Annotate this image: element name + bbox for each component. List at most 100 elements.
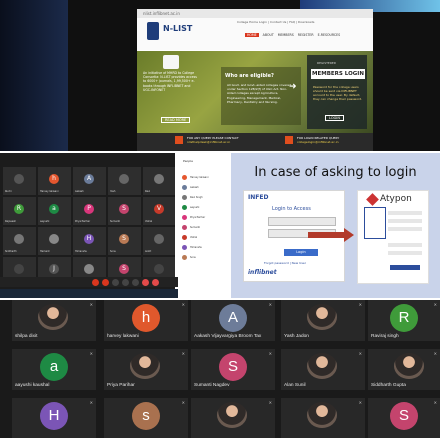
participant-photo — [307, 402, 337, 428]
participant-tile[interactable]: Ankit — [143, 227, 175, 255]
eligibility-box: Who are eligible? All Govt. and Govt.-ai… — [221, 67, 301, 125]
participant-tile[interactable]: R Rajneesh — [3, 197, 36, 225]
mic-off-icon[interactable] — [92, 279, 99, 286]
participant-tile[interactable]: ✕ shilpa dixit — [12, 300, 96, 341]
mic-muted-icon: ✕ — [358, 400, 362, 405]
participant-tile[interactable]: a ✕ aayushi kaushal — [12, 349, 96, 390]
participant-tile[interactable]: Hemant — [38, 227, 71, 255]
participant-tile[interactable]: ✕ Siddharth Gupta — [368, 349, 440, 390]
participant-list-item[interactable]: Sonu — [182, 255, 228, 261]
participant-tile[interactable]: S ✕ — [368, 398, 440, 438]
participant-photo — [217, 402, 247, 428]
participant-tile[interactable]: S Sumanti — [108, 197, 141, 225]
participant-name: Harvey lakwani — [40, 190, 59, 193]
participant-photo — [307, 304, 337, 330]
participant-tile[interactable]: Ruchi — [3, 167, 36, 195]
participant-tile[interactable]: V Vishal — [143, 197, 175, 225]
avatar — [154, 264, 164, 274]
login-links[interactable]: Forgot password | New User — [264, 261, 306, 265]
video-off-icon[interactable] — [102, 279, 109, 286]
avatar — [182, 175, 187, 180]
form-row — [388, 251, 422, 255]
participant-tile[interactable]: ✕ — [191, 398, 275, 438]
participant-tile[interactable]: S Sonu — [108, 227, 141, 255]
participant-tile[interactable]: H ✕ — [12, 398, 96, 438]
atypon-brand: Atypon — [380, 194, 412, 204]
nav-about[interactable]: ABOUT — [263, 33, 274, 37]
end-call-icon[interactable] — [152, 279, 159, 286]
mic-muted-icon: ✕ — [433, 351, 437, 356]
participant-list-item[interactable]: Harvey lakwani — [182, 175, 228, 181]
participant-tile[interactable]: H Himanshu — [73, 227, 106, 255]
nav-members[interactable]: MEMBERS — [278, 33, 294, 37]
login-submit-button[interactable]: Login — [284, 249, 318, 256]
members-login-button[interactable]: MEMBERS LOGIN — [311, 69, 365, 79]
nav-eresources[interactable]: E-RESOURCES — [318, 33, 341, 37]
mic-muted-icon: ✕ — [358, 351, 362, 356]
nlist-website: nlist.inflibnet.ac.in N-LIST College Hom… — [137, 9, 373, 151]
participant-tile[interactable]: s ✕ — [104, 398, 188, 438]
participant-tile[interactable]: A ✕ Aakash Vijayvargiya Broom Tax — [191, 300, 275, 341]
participant-name: Himanshu — [75, 250, 88, 253]
footer-left-email[interactable]: nlisthelpdesk@inflibnet.ac.in — [187, 140, 239, 144]
avatar: H — [84, 234, 94, 244]
top-links[interactable]: College Home Login | Contact Us | FAQ | … — [237, 20, 314, 24]
participant-list-item[interactable]: Himanshu — [182, 245, 228, 251]
mic-muted-icon: ✕ — [181, 400, 185, 405]
participant-tile[interactable]: Ravi — [143, 167, 175, 195]
participant-tile[interactable]: a aayushi — [38, 197, 71, 225]
participant-list-item[interactable]: Ravi Singh — [182, 195, 228, 201]
avatar: S — [119, 264, 129, 274]
browser-address-bar[interactable]: nlist.inflibnet.ac.in — [137, 9, 373, 18]
participant-tile[interactable]: ✕ Alan Sunil — [281, 349, 365, 390]
participant-tile[interactable]: R ✕ Raviraj singh — [368, 300, 440, 341]
participant-name: Alan Sunil — [284, 383, 306, 388]
read-more-button[interactable]: READ MORE — [161, 117, 191, 123]
participant-tile[interactable]: ✕ Priya Parihar — [104, 349, 188, 390]
atypon-logo-icon — [366, 193, 379, 206]
login-button[interactable]: LOGIN — [325, 115, 344, 121]
participant-name: Ankit — [145, 250, 152, 253]
participant-tile[interactable]: Yash — [108, 167, 141, 195]
participant-tile[interactable]: ✕ Yash Jadon — [281, 300, 365, 341]
participant-tile[interactable]: Siddharth — [3, 227, 36, 255]
nav-register[interactable]: REGISTER — [298, 33, 314, 37]
mic-muted-icon: ✕ — [268, 302, 272, 307]
more-icon[interactable] — [132, 279, 139, 286]
participant-list-item[interactable]: Vishal — [182, 235, 228, 241]
participant-tile[interactable]: h ✕ harvey lakwani — [104, 300, 188, 341]
nav-home[interactable]: HOME — [245, 33, 259, 37]
username-field[interactable] — [268, 217, 336, 226]
avatar: s — [132, 402, 160, 430]
mic-muted-icon: ✕ — [358, 302, 362, 307]
participant-list-name: aayushi — [190, 206, 200, 209]
participant-tile[interactable]: ✕ — [281, 398, 365, 438]
participant-tile[interactable]: P Priya Parihar — [73, 197, 106, 225]
avatar — [182, 195, 187, 200]
register-box: REGISTERED MEMBERS LOGIN Password for th… — [307, 55, 367, 129]
participant-name: aayushi — [40, 220, 50, 223]
present-icon[interactable] — [112, 279, 119, 286]
participants-title: People — [183, 159, 193, 163]
avatar — [182, 245, 187, 250]
arrow-right-icon: ➜ — [289, 82, 297, 92]
participant-list-item[interactable]: Priya Parihar — [182, 215, 228, 221]
footer-right-email[interactable]: collegelogin@inflibnet.ac.in — [297, 140, 339, 144]
participant-name: Ruchi — [5, 190, 12, 193]
avatar — [14, 174, 24, 184]
participant-list-item[interactable]: Aakash — [182, 185, 228, 191]
form-row — [388, 243, 422, 247]
avatar: h — [49, 174, 59, 184]
participant-name: aayushi kaushal — [15, 383, 50, 388]
participant-list-item[interactable]: Sumanti — [182, 225, 228, 231]
raise-hand-icon[interactable] — [122, 279, 129, 286]
atypon-submit-button[interactable] — [390, 265, 420, 270]
participant-list-item[interactable]: aayushi — [182, 205, 228, 211]
participant-tile[interactable]: S ✕ Sumanti Nagdev — [191, 349, 275, 390]
avatar — [182, 225, 187, 230]
participant-tile[interactable]: A Aakash — [73, 167, 106, 195]
avatar: S — [219, 353, 247, 381]
avatar: S — [119, 234, 129, 244]
participant-tile[interactable]: h Harvey lakwani — [38, 167, 71, 195]
leave-icon[interactable] — [142, 279, 149, 286]
